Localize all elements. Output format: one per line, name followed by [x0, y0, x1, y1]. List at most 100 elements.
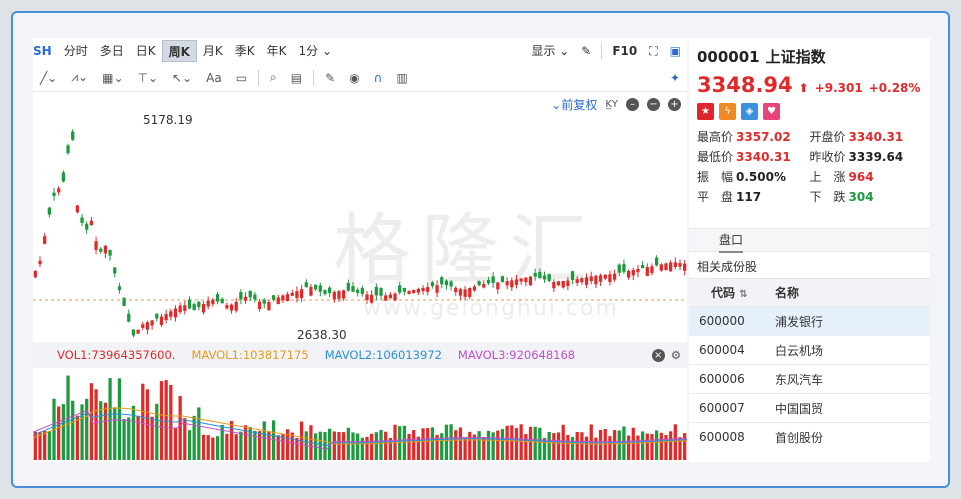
candle-body: [89, 220, 94, 226]
volume-bar: [75, 415, 80, 460]
candle-body: [477, 281, 481, 286]
brush-icon[interactable]: ✎: [575, 40, 597, 62]
volume-bar: [645, 433, 649, 460]
zoom-out-icon[interactable]: −: [647, 97, 660, 111]
stat-item: 平 盘 117: [697, 188, 810, 205]
volume-bar: [402, 425, 407, 460]
candle-body: [463, 289, 467, 297]
arrow-tool-icon[interactable]: ↖⌄: [165, 71, 199, 85]
column-header-name[interactable]: 名称: [767, 284, 930, 301]
volume-bar: [589, 424, 593, 460]
candle-body: [631, 269, 635, 276]
sort-icon[interactable]: ⇅: [739, 289, 747, 300]
table-row[interactable]: 600006 东风汽车: [689, 364, 930, 393]
gear-icon[interactable]: ⚙: [671, 348, 681, 362]
candle-body: [542, 275, 547, 280]
volume-bar: [285, 429, 290, 460]
chart-options: ⌄前复权 K̲Y – − +: [551, 94, 681, 114]
display-dropdown[interactable]: 显示 ⌄: [525, 40, 575, 62]
period-tab-daily[interactable]: 日K: [130, 40, 162, 62]
table-row[interactable]: 600004 白云机场: [689, 335, 930, 364]
table-row[interactable]: 600000 浦发银行: [689, 306, 930, 335]
grid-tool-icon[interactable]: ▦⌄: [95, 71, 130, 85]
tab-pankou[interactable]: 盘口: [689, 228, 930, 253]
period-tab-yearly[interactable]: 年K: [261, 40, 293, 62]
adjust-dropdown[interactable]: ⌄前复权: [551, 96, 597, 113]
candle-body: [211, 299, 215, 305]
magnet-icon[interactable]: ∩: [367, 71, 390, 85]
period-tab-multiday[interactable]: 多日: [94, 40, 130, 62]
stat-label: 上 涨: [809, 170, 846, 184]
table-row[interactable]: 600007 中国国贸: [689, 393, 930, 422]
period-tab-weekly[interactable]: 周K: [161, 40, 197, 62]
volume-bar: [127, 417, 131, 460]
volume-chart[interactable]: [33, 368, 687, 462]
text-tool-button[interactable]: Aa: [199, 71, 229, 85]
f10-button[interactable]: F10: [606, 40, 643, 62]
favorite-heart-icon[interactable]: ♥: [763, 103, 780, 120]
pencil-icon[interactable]: ✎: [318, 71, 342, 85]
zoom-in-icon[interactable]: +: [668, 97, 681, 111]
flash-icon[interactable]: ϟ: [719, 103, 736, 120]
volume-bar: [528, 426, 533, 460]
price-change: +9.301: [814, 81, 863, 95]
search-icon[interactable]: ⌕: [263, 70, 284, 85]
volume-bar: [225, 433, 229, 460]
candle-body: [575, 279, 579, 283]
candle-body: [75, 205, 80, 213]
volume-bar: [608, 436, 612, 460]
drawing-toolbar: ╱⌄ ⩘⌄ ▦⌄ ⊤⌄ ↖⌄ Aa ▭ ⌕ ▤ ✎ ◉ ∩ ▥ ✦: [33, 64, 687, 92]
volume-ma-line: [33, 409, 687, 450]
candle-body: [183, 305, 187, 311]
flag-icon[interactable]: ★: [697, 103, 714, 120]
volume-bar: [113, 407, 117, 460]
panel-toggle-icon[interactable]: ▣: [664, 40, 687, 62]
volume-bar: [122, 418, 126, 460]
pin-icon[interactable]: ✦: [663, 71, 687, 85]
row-name: 白云机场: [775, 343, 824, 358]
volume-bar: [510, 425, 514, 460]
stat-item: 振 幅 0.500%: [697, 168, 810, 185]
comment-icon[interactable]: ▭: [229, 71, 254, 85]
close-icon[interactable]: ×: [651, 348, 665, 362]
app-window: SH 分时 多日 日K 周K 月K 季K 年K 1分 ⌄ 显示 ⌄ ✎ F10 …: [11, 11, 950, 488]
hline-tool-icon[interactable]: ⊤⌄: [131, 71, 166, 85]
ky-icon[interactable]: K̲Y: [605, 99, 618, 110]
volume-bar: [206, 435, 210, 460]
row-code: 600004: [699, 343, 745, 357]
column-header-code[interactable]: 代码 ⇅: [689, 284, 767, 301]
volume-bar: [617, 430, 621, 460]
volume-bar: [612, 430, 617, 460]
minimize-icon[interactable]: –: [626, 97, 639, 111]
volume-bar: [374, 432, 378, 460]
table-row[interactable]: 600008 首创股份: [689, 422, 930, 451]
clipboard-icon[interactable]: ▤: [284, 71, 309, 85]
eye-icon[interactable]: ◉: [342, 71, 366, 85]
candle-body: [673, 262, 677, 267]
tag-icon[interactable]: ◈: [741, 103, 758, 120]
mavol2-label: MAVOL2:106013972: [324, 348, 442, 362]
trend-tool-icon[interactable]: ⩘⌄: [64, 70, 95, 85]
candle-body: [538, 271, 542, 279]
volume-bar: [468, 431, 472, 460]
volume-bar: [141, 383, 145, 460]
candle-body: [566, 280, 570, 286]
candle-body: [505, 281, 509, 286]
candle-body: [33, 270, 37, 278]
period-tab-monthly[interactable]: 月K: [197, 40, 229, 62]
candle-body: [234, 301, 238, 311]
trash-icon[interactable]: ▥: [389, 71, 414, 85]
candle-body: [187, 299, 192, 309]
volume-bar: [454, 430, 458, 460]
line-tool-icon[interactable]: ╱⌄: [33, 71, 64, 85]
candle-body: [533, 272, 537, 277]
candle-body: [71, 131, 75, 140]
price-chart[interactable]: 5178.19 2638.30: [33, 114, 687, 342]
low-price-label: 2638.30: [297, 328, 347, 342]
fullscreen-icon[interactable]: ⛶: [643, 40, 663, 62]
period-dropdown-minute[interactable]: 1分 ⌄: [293, 40, 339, 62]
period-tab-quarterly[interactable]: 季K: [229, 40, 261, 62]
candle-body: [257, 301, 262, 310]
period-tab-intraday[interactable]: 分时: [58, 40, 94, 62]
candle-body: [127, 313, 131, 322]
